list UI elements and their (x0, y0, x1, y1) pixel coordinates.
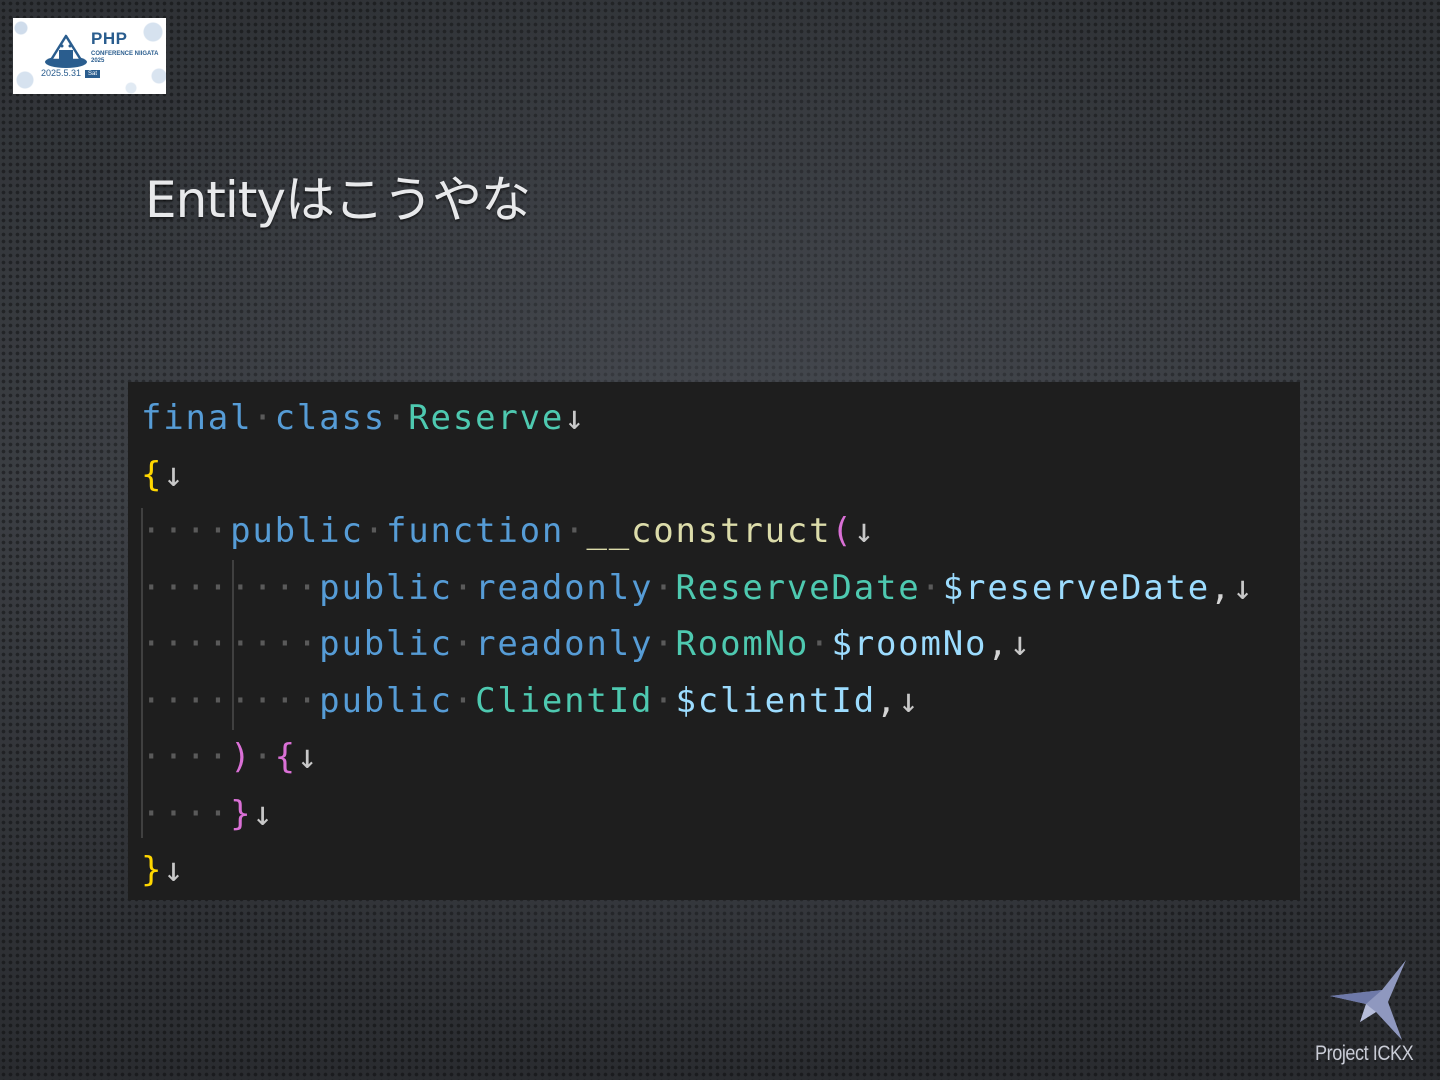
project-ickx-label: Project ICKX (1315, 1042, 1414, 1065)
whitespace-marker: · (920, 567, 943, 608)
code-token: { (141, 454, 164, 495)
code-token: ClientId (475, 680, 654, 721)
code-line: }↓ (141, 848, 1300, 900)
code-token: RoomNo (675, 624, 810, 664)
onigiri-mascot-icon (45, 34, 87, 68)
code-token: function (386, 511, 565, 551)
whitespace-marker: · (452, 567, 476, 608)
line-end-marker: ↓ (296, 737, 320, 777)
conference-logo: PHP CONFERENCE NIIGATA 2025 2025.5.31 Sat (13, 18, 166, 94)
code-token: $roomNo (831, 624, 988, 664)
ickx-bird-icon (1330, 960, 1406, 1040)
conference-date-text: 2025.5.31 (41, 68, 82, 78)
code-token: class (274, 398, 386, 438)
whitespace-marker: · (653, 624, 676, 664)
project-ickx-logo: Project ICKX (1315, 960, 1428, 1070)
code-token: Reserve (408, 398, 565, 438)
whitespace-marker: · (564, 511, 587, 551)
code-line: ····}↓ (141, 792, 1300, 849)
code-token: ( (831, 511, 854, 551)
conference-brand: PHP (91, 29, 128, 48)
code-token: ReserveDate (675, 567, 921, 608)
code-token: ) (230, 737, 253, 777)
code-token: readonly (475, 567, 654, 608)
whitespace-marker: · (386, 398, 409, 438)
whitespace-marker: · (452, 624, 476, 664)
code-token: $reserveDate (942, 567, 1211, 608)
code-token: public (319, 567, 453, 608)
line-end-marker: ↓ (252, 793, 275, 834)
code-token: , (1210, 567, 1233, 608)
code-line: ········public·readonly·ReserveDate·$res… (141, 566, 1300, 623)
code-line: final·class·Reserve↓ (141, 396, 1300, 453)
code-token: $clientId (675, 680, 876, 721)
code-token: { (274, 737, 297, 777)
code-token: public (230, 511, 364, 551)
conference-day-badge: Sat (85, 69, 101, 78)
code-token: readonly (475, 624, 654, 664)
code-token: public (319, 680, 453, 721)
code-line: {↓ (141, 453, 1300, 510)
code-token: , (875, 680, 899, 721)
slide-title: Entityはこうやな (145, 171, 531, 229)
line-end-marker: ↓ (163, 850, 186, 890)
whitespace-marker: · (363, 511, 386, 551)
line-end-marker: ↓ (1009, 624, 1032, 664)
line-end-marker: ↓ (853, 511, 876, 551)
code-token: , (987, 624, 1010, 664)
whitespace-marker: · (653, 567, 676, 608)
code-token: final (141, 398, 253, 438)
code-line: ····)·{↓ (141, 735, 1300, 792)
code-token: public (319, 624, 453, 664)
code-line: ········public·ClientId·$clientId,↓ (141, 679, 1300, 736)
whitespace-marker: · (252, 398, 275, 438)
conference-subtitle: CONFERENCE NIIGATA 2025 (91, 51, 159, 64)
whitespace-marker: · (653, 680, 676, 721)
code-block: final·class·Reserve↓ {↓ ····public·functio… (128, 382, 1300, 900)
line-end-marker: ↓ (1232, 567, 1255, 608)
indent-whitespace: ········ (141, 680, 320, 721)
code-line: ········public·readonly·RoomNo·$roomNo,↓ (141, 622, 1300, 679)
indent-whitespace: ···· (141, 511, 231, 551)
line-end-marker: ↓ (898, 680, 921, 721)
line-end-marker: ↓ (564, 398, 587, 438)
whitespace-marker: · (252, 737, 275, 777)
indent-whitespace: ···· (141, 737, 231, 777)
conference-date: 2025.5.31 Sat (41, 68, 101, 78)
indent-whitespace: ········ (141, 567, 320, 608)
line-end-marker: ↓ (163, 454, 186, 495)
whitespace-marker: · (452, 680, 476, 721)
code-line: ····public·function·__construct(↓ (141, 509, 1300, 566)
whitespace-marker: · (809, 624, 832, 664)
indent-whitespace: ········ (141, 624, 320, 664)
code-token: } (230, 793, 253, 834)
indent-whitespace: ···· (141, 793, 231, 834)
code-token: } (141, 850, 164, 890)
code-token: __construct (586, 511, 832, 551)
